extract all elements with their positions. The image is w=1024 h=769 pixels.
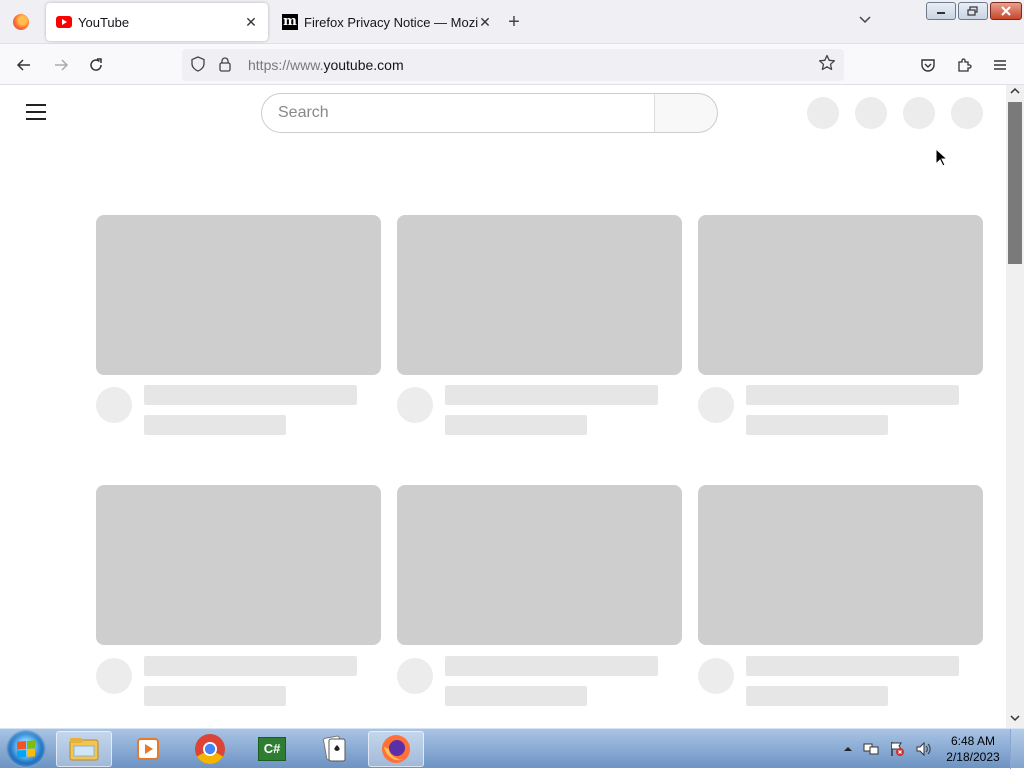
window-controls [926, 2, 1024, 20]
show-hidden-icons-arrow-icon[interactable] [843, 745, 853, 753]
solitaire-cards-icon [323, 735, 346, 762]
clock-date: 2/18/2023 [946, 750, 1000, 764]
page-scrollbar[interactable] [1006, 85, 1024, 728]
tab-youtube[interactable]: YouTube ✕ [46, 3, 268, 41]
thumbnail-placeholder [96, 485, 381, 645]
tracking-protection-shield-icon[interactable] [190, 55, 206, 75]
search-button[interactable] [654, 93, 718, 133]
close-window-button[interactable] [990, 2, 1022, 20]
meta-placeholder [144, 686, 286, 706]
header-placeholder-icon [951, 97, 983, 129]
address-bar[interactable]: https://www.youtube.com [182, 49, 844, 81]
mouse-cursor-icon [935, 148, 949, 167]
firefox-icon [13, 14, 29, 30]
navigation-toolbar: https://www.youtube.com [0, 44, 1024, 85]
minimize-button[interactable] [926, 2, 956, 20]
thumbnail-placeholder [698, 485, 983, 645]
title-placeholder [144, 656, 357, 676]
taskbar-explorer[interactable] [56, 731, 112, 767]
pocket-icon[interactable] [916, 53, 940, 77]
scrollbar-thumb[interactable] [1008, 102, 1022, 264]
show-desktop-button[interactable] [1010, 729, 1024, 769]
meta-placeholder [746, 415, 888, 435]
firefox-view-button[interactable] [0, 0, 42, 44]
list-all-tabs-chevron-icon[interactable] [854, 12, 876, 32]
search-input[interactable]: Search [261, 93, 655, 133]
title-placeholder [144, 385, 357, 405]
volume-speaker-icon[interactable] [915, 741, 931, 757]
scroll-up-arrow-icon[interactable] [1006, 85, 1024, 101]
close-tab-icon[interactable]: ✕ [240, 11, 262, 33]
avatar-placeholder [698, 387, 734, 423]
avatar-placeholder [397, 658, 433, 694]
taskbar-chrome[interactable] [182, 731, 238, 767]
thumbnail-placeholder [698, 215, 983, 375]
app-menu-hamburger-icon[interactable] [988, 53, 1012, 77]
title-placeholder [746, 656, 959, 676]
meta-placeholder [445, 415, 587, 435]
folder-icon [69, 738, 99, 761]
restore-button[interactable] [958, 2, 988, 20]
thumbnail-placeholder [397, 215, 682, 375]
media-player-icon [137, 738, 159, 760]
chrome-icon [195, 734, 225, 765]
close-tab-icon[interactable]: ✕ [478, 11, 492, 33]
back-arrow-icon[interactable] [12, 53, 36, 77]
tab-strip: YouTube ✕ m Firefox Privacy Notice — Moz… [0, 0, 1024, 44]
scroll-down-arrow-icon[interactable] [1006, 712, 1024, 728]
taskbar-firefox[interactable] [368, 731, 424, 767]
tab-title: YouTube [78, 14, 130, 30]
taskbar-solitaire[interactable] [306, 731, 362, 767]
clock-time: 6:48 AM [950, 734, 996, 748]
lock-icon[interactable] [218, 56, 234, 75]
taskbar-media-player[interactable] [120, 731, 176, 767]
network-icon[interactable] [863, 741, 879, 757]
url-prefix: https://www. [248, 57, 324, 73]
action-center-flag-icon[interactable] [889, 741, 905, 757]
reload-icon[interactable] [84, 53, 108, 77]
windows-taskbar: C# 6:48 AM 2/18/2023 [0, 728, 1024, 769]
start-button[interactable] [6, 730, 46, 768]
avatar-placeholder [397, 387, 433, 423]
csharp-icon: C# [258, 737, 286, 761]
youtube-favicon-icon [56, 14, 72, 30]
header-placeholder-icon [807, 97, 839, 129]
title-placeholder [445, 656, 658, 676]
extensions-puzzle-icon[interactable] [952, 53, 976, 77]
url-text: https://www.youtube.com [248, 57, 404, 73]
tab-firefox-privacy-notice[interactable]: m Firefox Privacy Notice — Mozilla ✕ [272, 3, 492, 41]
title-placeholder [746, 385, 959, 405]
guide-menu-icon[interactable] [26, 104, 46, 120]
title-placeholder [445, 385, 658, 405]
youtube-page: Search [0, 85, 1006, 728]
new-tab-button[interactable]: + [503, 11, 525, 33]
bookmark-star-icon[interactable] [818, 54, 836, 77]
meta-placeholder [445, 686, 587, 706]
thumbnail-placeholder [397, 485, 682, 645]
forward-arrow-icon[interactable] [49, 53, 73, 77]
taskbar-csharp-app[interactable]: C# [244, 731, 300, 767]
firefox-icon [382, 735, 410, 763]
meta-placeholder [746, 686, 888, 706]
avatar-placeholder [96, 387, 132, 423]
avatar-placeholder [698, 658, 734, 694]
meta-placeholder [144, 415, 286, 435]
system-tray [843, 729, 931, 769]
windows-logo-icon [17, 740, 35, 758]
taskbar-clock[interactable]: 6:48 AM 2/18/2023 [940, 733, 1006, 765]
tab-title: Firefox Privacy Notice — Mozilla [304, 14, 478, 30]
mozilla-favicon-icon: m [282, 14, 298, 30]
header-placeholder-icon [855, 97, 887, 129]
url-domain: youtube.com [323, 57, 404, 73]
header-placeholder-icon [903, 97, 935, 129]
thumbnail-placeholder [96, 215, 381, 375]
avatar-placeholder [96, 658, 132, 694]
